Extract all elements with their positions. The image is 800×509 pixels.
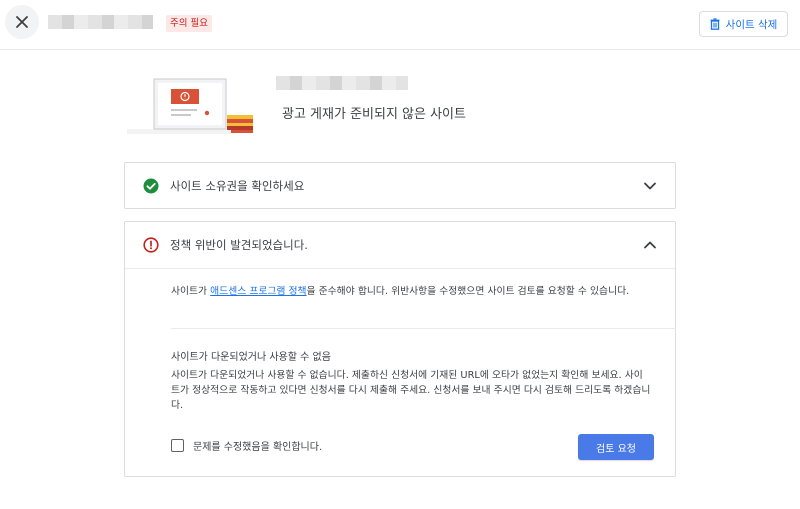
policy-card: 정책 위반이 발견되었습니다. 사이트가 애드센스 프로그램 정책을 준수해야 … — [124, 221, 676, 477]
confirm-fixed-label: 문제를 수정했음을 확인합니다. — [193, 442, 323, 453]
trash-icon — [710, 18, 720, 30]
policy-intro-text: 사이트가 애드센스 프로그램 정책을 준수해야 합니다. 위반사항을 수정했으면… — [171, 284, 641, 299]
policy-card-label: 정책 위반이 발견되었습니다. — [170, 238, 308, 252]
section-divider — [171, 328, 676, 329]
delete-site-label: 사이트 삭제 — [725, 18, 778, 31]
delete-site-button[interactable]: 사이트 삭제 — [699, 11, 788, 37]
issue-title: 사이트가 다운되었거나 사용할 수 없음 — [171, 352, 331, 363]
site-name-redacted — [48, 15, 153, 29]
policy-intro-before: 사이트가 — [171, 286, 211, 297]
error-circle-icon — [143, 237, 159, 253]
confirm-fixed-checkbox[interactable] — [171, 439, 184, 452]
request-review-button[interactable]: 검토 요청 — [578, 434, 654, 460]
chevron-up-icon[interactable] — [643, 238, 657, 252]
top-bar: 주의 필요 사이트 삭제 — [0, 0, 800, 50]
program-policy-link[interactable]: 애드센스 프로그램 정책 — [210, 286, 306, 297]
confirm-fixed-row[interactable]: 문제를 수정했음을 확인합니다. — [171, 438, 322, 453]
close-icon — [16, 16, 28, 28]
ownership-card-label: 사이트 소유권을 확인하세요 — [170, 179, 305, 193]
policy-card-header[interactable]: 정책 위반이 발견되었습니다. — [125, 222, 675, 268]
header-divider — [125, 268, 675, 269]
close-button[interactable] — [5, 5, 39, 39]
site-warning-illustration — [127, 78, 253, 134]
ownership-card: 사이트 소유권을 확인하세요 — [124, 162, 676, 209]
check-circle-icon — [143, 178, 159, 194]
issue-description: 사이트가 다운되었거나 사용할 수 없습니다. 제출하신 신청서에 기재된 UR… — [171, 370, 651, 411]
ownership-card-header[interactable]: 사이트 소유권을 확인하세요 — [125, 163, 675, 209]
page-title: 광고 게재가 준비되지 않은 사이트 — [282, 107, 466, 122]
site-url-redacted — [276, 76, 408, 90]
status-badge: 주의 필요 — [166, 15, 212, 32]
chevron-down-icon[interactable] — [643, 179, 657, 193]
policy-intro-after: 을 준수해야 합니다. 위반사항을 수정했으면 사이트 검토를 요청할 수 있습… — [306, 286, 630, 297]
